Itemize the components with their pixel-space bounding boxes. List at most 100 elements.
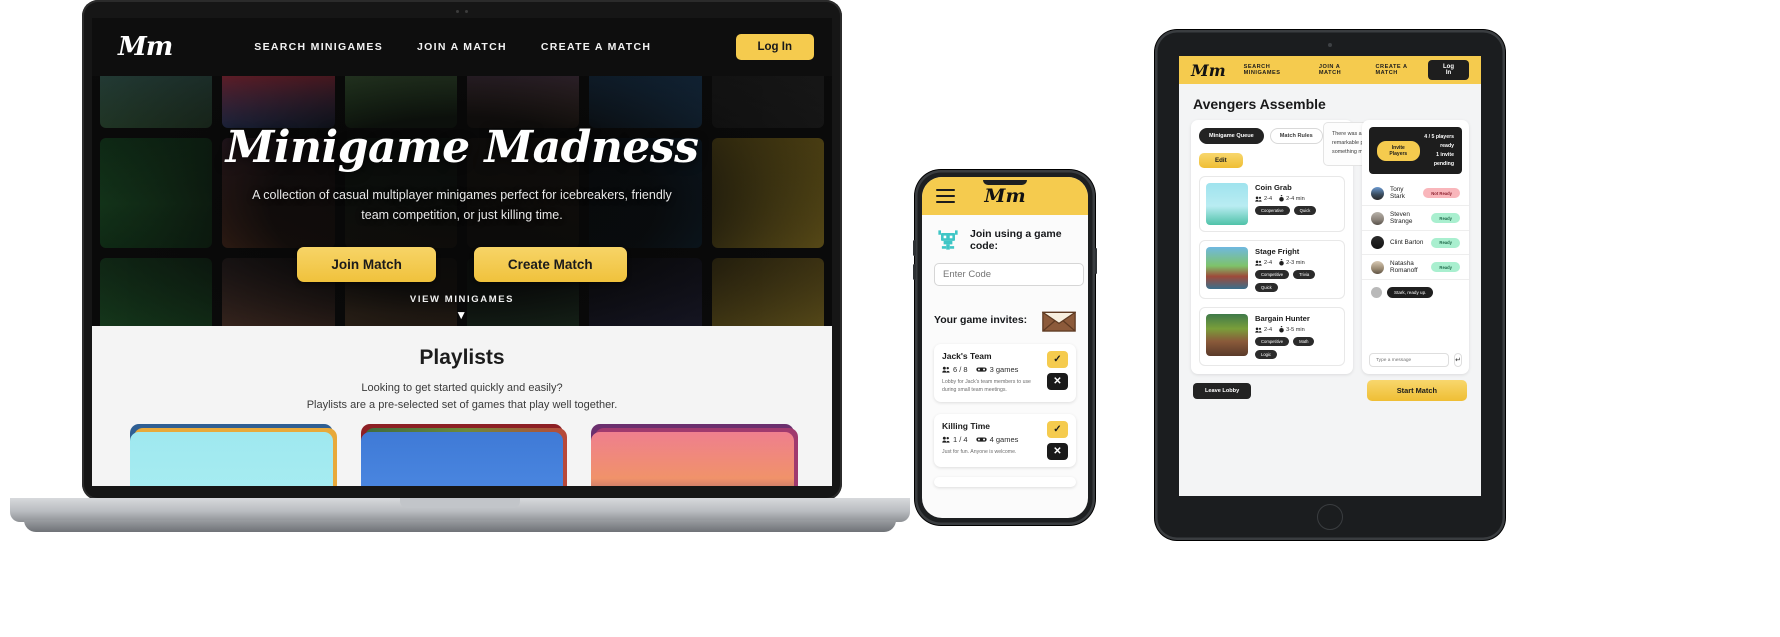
- accept-invite-button[interactable]: ✓: [1047, 420, 1068, 438]
- accept-invite-button[interactable]: ✓: [1047, 351, 1068, 368]
- playlist-card[interactable]: [130, 424, 337, 486]
- view-minigames-link[interactable]: VIEW MINIGAMES ▼: [92, 289, 832, 322]
- create-match-button[interactable]: Create Match: [473, 246, 627, 282]
- game-name: Coin Grab: [1255, 183, 1292, 192]
- game-card[interactable]: Bargain Hunter 2-4 3-5 min Competitive M…: [1199, 307, 1345, 366]
- brand-logo[interactable]: Mm: [118, 32, 173, 62]
- player-row[interactable]: Tony Stark Not Ready: [1362, 181, 1469, 207]
- people-icon: [1255, 327, 1262, 333]
- phone-volume-down-button[interactable]: [913, 264, 916, 280]
- start-match-button[interactable]: Start Match: [1366, 380, 1467, 401]
- invite-card[interactable]: Killing Time 1 / 4 4 games Just for fun.…: [934, 413, 1076, 467]
- status-badge: Ready: [1431, 213, 1460, 224]
- tablet-navbar: Mm SEARCH MINIGAMES JOIN A MATCH CREATE …: [1179, 56, 1481, 84]
- phone-screen: Mm Join using a game code: Enter Code Yo…: [922, 177, 1088, 518]
- invite-description: Just for fun. Anyone is welcome.: [942, 448, 1017, 455]
- game-duration: 2-3 min: [1279, 259, 1305, 266]
- nav-link-search-minigames[interactable]: SEARCH MINIGAMES: [254, 41, 383, 53]
- tab-match-rules[interactable]: Match Rules: [1269, 128, 1323, 144]
- player-row[interactable]: Clint Barton Ready: [1362, 231, 1469, 256]
- game-meta: 2-4 2-4 min: [1255, 195, 1338, 202]
- laptop-device: Mm SEARCH MINIGAMES JOIN A MATCH CREATE …: [10, 0, 910, 545]
- people-icon: [942, 436, 950, 443]
- hero-title: Minigame Madness: [225, 122, 699, 174]
- ready-count: 4 / 5 players ready: [1424, 134, 1454, 149]
- nav-link-search-minigames[interactable]: SEARCH MINIGAMES: [1244, 64, 1305, 76]
- tablet-device: Mm SEARCH MINIGAMES JOIN A MATCH CREATE …: [1155, 30, 1505, 540]
- brand-logo[interactable]: Mm: [984, 185, 1025, 207]
- playlist-card[interactable]: [591, 424, 799, 486]
- check-icon: ✓: [1053, 423, 1062, 435]
- envelope-icon: [1042, 311, 1076, 332]
- decline-invite-button[interactable]: ✕: [1047, 442, 1068, 460]
- game-thumbnail: [1206, 247, 1248, 289]
- playlist-card[interactable]: [360, 424, 568, 486]
- player-row[interactable]: Natasha Romanoff Ready: [1362, 255, 1469, 281]
- roster-panel: Invite Players 4 / 5 players ready 1 inv…: [1362, 120, 1469, 374]
- playlists-subtitle-line2: Playlists are a pre-selected set of game…: [306, 399, 618, 412]
- game-code-input[interactable]: [934, 263, 1084, 286]
- controller-icon: [975, 367, 987, 372]
- card-front: [591, 432, 795, 486]
- hero-section: Minigame Madness A collection of casual …: [92, 76, 832, 326]
- nav-link-join-a-match[interactable]: JOIN A MATCH: [417, 41, 507, 53]
- login-button[interactable]: Log In: [1428, 60, 1469, 80]
- check-icon: ✓: [1053, 354, 1062, 365]
- roster-header: Invite Players 4 / 5 players ready 1 inv…: [1369, 127, 1462, 175]
- phone-volume-up-button[interactable]: [913, 240, 916, 256]
- invite-card[interactable]: Jack's Team 6 / 8 3 games Lobby for Jack…: [934, 344, 1076, 402]
- hamburger-icon[interactable]: [936, 189, 955, 203]
- invite-players: 6 / 8: [942, 365, 968, 374]
- brand-logo[interactable]: Mm: [1191, 61, 1226, 80]
- hero-subtitle: A collection of casual multiplayer minig…: [252, 188, 672, 222]
- lobby-title: Avengers Assemble: [1193, 96, 1326, 112]
- game-duration: 2-4 min: [1279, 195, 1305, 202]
- game-players-value: 2-4: [1264, 195, 1273, 202]
- player-name: Steven Strange: [1390, 211, 1413, 226]
- login-button[interactable]: Log In: [735, 34, 814, 60]
- game-tags: Competitive Math Logic: [1255, 337, 1338, 359]
- tablet-home-button[interactable]: [1317, 504, 1343, 530]
- game-players: 2-4: [1255, 326, 1272, 333]
- invite-games: 3 games: [975, 365, 1018, 374]
- player-row[interactable]: Steven Strange Ready: [1362, 206, 1469, 232]
- playlists-subtitle: Looking to get started quickly and easil…: [92, 380, 832, 414]
- game-duration-value: 2-4 min: [1286, 195, 1305, 202]
- chat-input[interactable]: [1369, 353, 1449, 367]
- invites-label: Your game invites:: [934, 314, 1028, 326]
- invites-header: Your game invites:: [934, 308, 1076, 332]
- avatar: [1371, 260, 1384, 274]
- screenshot-stage: Mm SEARCH MINIGAMES JOIN A MATCH CREATE …: [0, 0, 1780, 637]
- game-thumbnail: [1206, 183, 1248, 225]
- leave-lobby-button[interactable]: Leave Lobby: [1193, 382, 1252, 399]
- game-card[interactable]: Coin Grab 2-4 2-4 min Cooperative Quick: [1199, 176, 1345, 232]
- monster-icon: [938, 230, 958, 250]
- avatar: [1371, 236, 1384, 250]
- controller-icon: [975, 437, 987, 442]
- playlists-title: Playlists: [419, 346, 505, 369]
- playlists-subtitle-line1: Looking to get started quickly and easil…: [361, 382, 563, 394]
- chat-input-row: ↵: [1369, 353, 1462, 367]
- nav-link-create-a-match[interactable]: CREATE A MATCH: [1376, 64, 1428, 76]
- send-message-button[interactable]: ↵: [1454, 353, 1462, 367]
- invite-games-value: 4 games: [989, 434, 1019, 444]
- join-match-button[interactable]: Join Match: [297, 246, 436, 282]
- invite-players-button[interactable]: Invite Players: [1377, 140, 1420, 161]
- game-tags: Cooperative Quick: [1255, 206, 1338, 215]
- game-tag: Competitive: [1255, 337, 1290, 346]
- stopwatch-icon: [1279, 195, 1284, 202]
- decline-invite-button[interactable]: ✕: [1047, 373, 1068, 390]
- playlists-section: Playlists Looking to get started quickly…: [92, 326, 832, 486]
- tablet-camera-icon: [1328, 43, 1332, 47]
- edit-queue-button[interactable]: Edit: [1199, 153, 1243, 168]
- x-icon: ✕: [1053, 445, 1062, 457]
- game-name: Stage Fright: [1255, 247, 1300, 256]
- phone-power-button[interactable]: [1094, 248, 1097, 274]
- card-front: [130, 432, 333, 486]
- tab-minigame-queue[interactable]: Minigame Queue: [1199, 128, 1264, 144]
- nav-link-join-a-match[interactable]: JOIN A MATCH: [1319, 64, 1362, 76]
- game-card[interactable]: Stage Fright 2-4 2-3 min Competitive Tri…: [1199, 240, 1345, 299]
- game-players-value: 2-4: [1264, 259, 1273, 266]
- invite-description: Lobby for Jack's team members to use dur…: [942, 379, 1031, 393]
- nav-link-create-a-match[interactable]: CREATE A MATCH: [541, 41, 651, 53]
